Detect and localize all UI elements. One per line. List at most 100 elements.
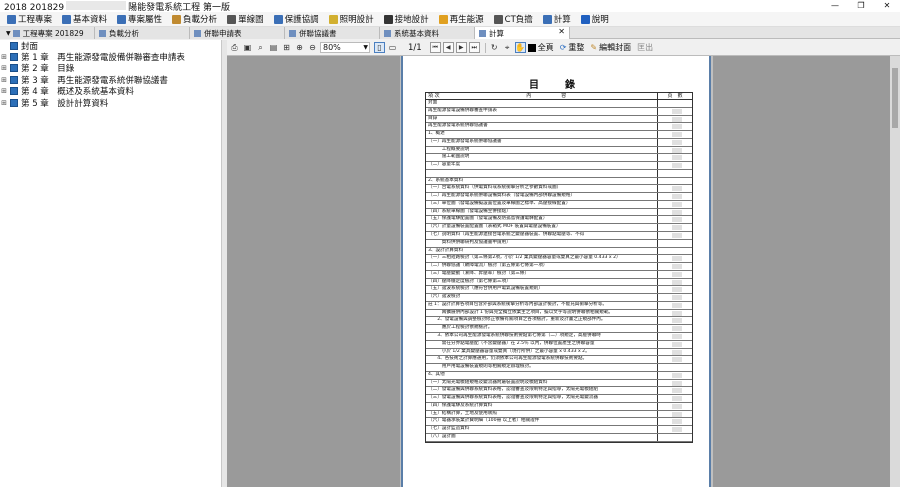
toc-row-page [658, 333, 692, 340]
toc-row-text: （一）台電系統資料（供電資料或系統衝擊分析之參數資料或圖） [426, 185, 658, 193]
menu-icon [172, 14, 182, 24]
zoom-out-icon[interactable]: ⊖ [307, 42, 318, 53]
toc-row-page [658, 209, 692, 216]
vertical-scrollbar[interactable] [890, 56, 900, 487]
menu-item-5[interactable]: 保護協調 [269, 13, 324, 26]
zoom-select[interactable]: 80% ▼ [320, 42, 370, 53]
exit-button[interactable]: 匡出 [637, 42, 653, 53]
single-page-icon[interactable]: ▯ [374, 42, 385, 53]
toc-row: （七）說明資料（再生能源連接台電系統之變壓器裝置、併聯點電壓等、不得 [426, 232, 692, 240]
fit-page-icon[interactable]: ⊞ [281, 42, 292, 53]
toc-table: 項 次 內 容 頁 數 封面 再生能源發電設備併聯審查申請表 目錄 再生能源發電系統併聯… [425, 92, 693, 443]
print-icon[interactable]: ⎙ [229, 42, 240, 53]
find-icon[interactable]: ⌕ [255, 42, 266, 53]
document-icon [289, 29, 296, 37]
multi-page-icon[interactable]: ▭ [387, 42, 398, 53]
scroll-thumb[interactable] [892, 68, 898, 128]
toc-row: （二）發電設備與併聯系統資料表格，認證審查及限制特定與指導，太陽光電模組組 [426, 387, 692, 396]
redacted-page-number [672, 209, 682, 215]
tab-0[interactable]: ▼ 工程專案 201829 [0, 27, 95, 39]
redacted-page-number [672, 310, 682, 316]
redacted-page-number [672, 403, 682, 409]
menu-item-0[interactable]: 工程專案 [2, 13, 57, 26]
tree-item-1[interactable]: ⊞ 第 1 章 再生能源發電設備併聯審查申請表 [0, 51, 221, 63]
tree-item-5[interactable]: ⊞ 第 5 章 設計計算資料 [0, 97, 221, 109]
toc-row-page [658, 364, 692, 371]
toc-title: 目 錄 [529, 80, 583, 91]
close-button[interactable]: ✕ [874, 0, 900, 12]
toc-row: （四）壓降穩定度檢討（第七條第三項） [426, 278, 692, 287]
tree-item-3[interactable]: ⊞ 第 3 章 再生能源發電系統併聯協議書 [0, 74, 221, 86]
expand-icon[interactable]: ⊞ [0, 76, 8, 84]
menu-item-2[interactable]: 專案屬性 [112, 13, 167, 26]
tab-5[interactable]: 計算 ✕ [475, 27, 570, 39]
menu-item-11[interactable]: 說明 [576, 13, 614, 26]
save-icon[interactable]: ▣ [242, 42, 253, 53]
prev-page-icon[interactable]: ◀ [442, 42, 454, 53]
toc-row: （二）再生能源發電系統併聯設備資料表（發電設備內部併聯設備規格） [426, 193, 692, 201]
maximize-button[interactable]: ❐ [848, 0, 874, 12]
toc-row: 1、概述 [426, 131, 692, 139]
expand-icon[interactable]: ⊞ [0, 53, 8, 61]
toc-row-page [658, 224, 692, 231]
redacted-page-number [672, 396, 682, 402]
expand-icon[interactable]: ⊞ [0, 64, 8, 72]
toc-row: 再生能源發電系統併聯協議書 [426, 123, 692, 132]
refresh-icon[interactable]: ↻ [489, 42, 500, 53]
toc-row-page [658, 317, 692, 324]
toc-row-page [658, 426, 692, 433]
toc-row-page [658, 356, 692, 363]
hand-icon[interactable]: ✋ [514, 42, 526, 53]
menu-item-10[interactable]: 計算 [538, 13, 576, 26]
redraw-button[interactable]: ⟳ 重整 [560, 42, 585, 53]
tree-item-4[interactable]: ⊞ 第 4 章 概述及系統基本資料 [0, 86, 221, 97]
last-page-icon[interactable]: ⏭ [468, 42, 480, 53]
toc-row: 註 1：設計計算各項目包含外部與系統衝擊分析等內部設計檢討，不能充與衝擊分析等。 [426, 301, 692, 310]
tree-item-0[interactable]: 封面 [0, 40, 221, 52]
menu-icon [62, 14, 72, 24]
toc-row: 小於 1/2 業具變壓器容量或雙真（現行所供）之最小容量 x 0.433 x 2… [426, 348, 692, 357]
menu-item-3[interactable]: 負載分析 [167, 13, 222, 26]
toc-row: （三）電壓變動（漸降、昇壓率）檢討（第三條） [426, 270, 692, 279]
tab-1[interactable]: 負載分析 [95, 27, 190, 39]
viewer-toolbar: ⎙ ▣ ⌕ ▤ ⊞ ⊕ ⊖ 80% ▼ ▯ ▭ 1/1 ⏮ ◀ ▶ ⏭ ↻ ⌖ ✋… [227, 40, 900, 56]
menu-item-9[interactable]: CT負擔 [489, 13, 538, 26]
toc-row-text: 3、設計計算資料 [426, 247, 658, 255]
viewer-right-margin [713, 56, 890, 487]
report-page: 目 錄 項 次 內 容 頁 數 封面 再生能源發電設備併聯審查申請表 目錄 再生能源發電… [401, 56, 711, 487]
toc-row-text [426, 169, 658, 177]
menu-item-8[interactable]: 再生能源 [434, 13, 489, 26]
menu-item-6[interactable]: 照明設計 [324, 13, 379, 26]
expand-icon[interactable]: ⊞ [0, 99, 8, 107]
minimize-button[interactable]: — [822, 0, 848, 12]
zoom-in-icon[interactable]: ⊕ [294, 42, 305, 53]
redacted-page-number [672, 116, 682, 122]
tab-dropdown-icon[interactable]: ▼ [6, 30, 11, 37]
next-page-icon[interactable]: ▶ [455, 42, 467, 53]
toc-row-text: 應於工程檢討依規檢討。 [426, 325, 658, 332]
tab-4[interactable]: 系統基本資料 [380, 27, 475, 39]
first-page-icon[interactable]: ⏮ [429, 42, 441, 53]
full-page-button[interactable]: 全頁 [527, 42, 554, 53]
toc-row-text: 3、依本公司再生能源發電系統併聯技術要點第七條第（二）項規定，高壓併聯時 [426, 332, 658, 340]
edit-cover-button[interactable]: ✎ 編輯封面 [590, 42, 631, 53]
redacted-page-number [672, 225, 682, 231]
menu-item-4[interactable]: 單線圖 [222, 13, 269, 26]
close-tab-icon[interactable]: ✕ [558, 27, 565, 36]
viewer-left-margin [227, 56, 400, 487]
tree-item-2[interactable]: ⊞ 第 2 章 目錄 [0, 63, 221, 74]
toc-row-text: 註 1：設計計算各項目包含外部與系統衝擊分析等內部設計檢討，不能充與衝擊分析等。 [426, 301, 658, 309]
document-tabs: ▼ 工程專案 201829 負載分析 併聯申請表 併聯協議書 系統基本資料 計算 ✕ [0, 27, 900, 39]
toc-row: 工程概要說明 [426, 146, 692, 155]
select-icon[interactable]: ⌖ [502, 42, 513, 53]
toc-row-text: 2、系統基本資料 [426, 177, 658, 185]
window-controls: — ❐ ✕ [822, 0, 900, 12]
page-setup-icon[interactable]: ▤ [268, 42, 279, 53]
tab-2[interactable]: 併聯申請表 [190, 27, 285, 39]
toc-row: （六）諧波檢討 [426, 294, 692, 302]
tab-3[interactable]: 併聯協議書 [285, 27, 380, 39]
menu-item-1[interactable]: 基本資料 [57, 13, 112, 26]
expand-icon[interactable]: ⊞ [0, 87, 8, 95]
menu-item-7[interactable]: 接地設計 [379, 13, 434, 26]
tab-label: 系統基本資料 [394, 28, 439, 38]
